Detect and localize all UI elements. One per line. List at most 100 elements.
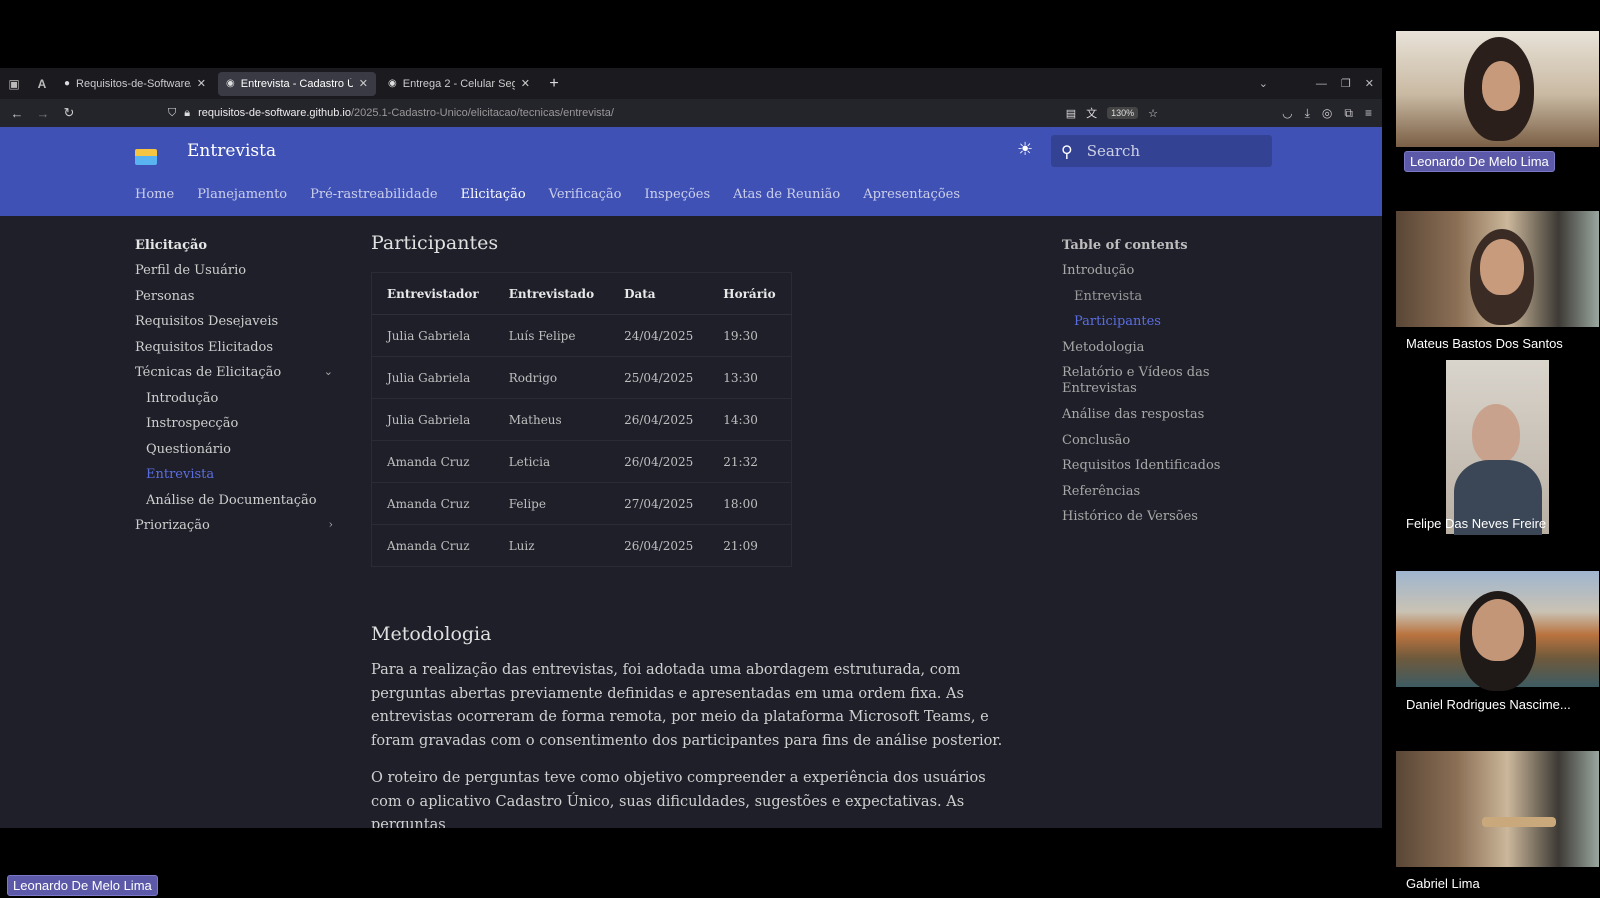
participant-name: Leonardo De Melo Lima [1404, 151, 1555, 172]
toc-item-analise[interactable]: Análise das respostas [1062, 407, 1252, 433]
nav-apresentacoes[interactable]: Apresentações [863, 187, 960, 202]
sidebar-item-introducao[interactable]: Introdução [135, 391, 335, 417]
chevron-right-icon[interactable]: › [329, 518, 333, 531]
participant-name: Gabriel Lima [1406, 876, 1480, 891]
tab-list-icon[interactable]: ▣ [0, 68, 28, 99]
tab-entrega[interactable]: ◉ Entrega 2 - Celular Segur ✕ [380, 72, 538, 96]
table-cell: Julia Gabriela [371, 356, 494, 399]
paragraph: Para a realização das entrevistas, foi a… [371, 662, 1003, 749]
close-tab-icon[interactable]: ✕ [359, 77, 368, 90]
sidebar-item-priorizacao[interactable]: Priorização › [135, 518, 335, 544]
nav-atas-de-reuniao[interactable]: Atas de Reunião [733, 187, 840, 202]
close-window-icon[interactable]: ✕ [1365, 77, 1374, 90]
participant-tile[interactable]: Leonardo De Melo Lima [1396, 31, 1599, 177]
nav-home[interactable]: Home [135, 187, 174, 202]
download-icon[interactable]: ⤓ [1305, 106, 1310, 121]
menu-icon[interactable]: ≡ [1365, 106, 1372, 120]
toolbar-right: ◡ ⤓ ◎ ⧉ ≡ [1282, 99, 1372, 127]
participant-tile[interactable]: Felipe Das Neves Freire [1396, 360, 1599, 535]
table-cell: Julia Gabriela [371, 398, 494, 441]
reload-icon[interactable]: ↻ [56, 105, 82, 121]
toc-item-metodologia[interactable]: Metodologia [1062, 340, 1252, 366]
sidebar-item-requisitos-desejaveis[interactable]: Requisitos Desejaveis [135, 314, 335, 340]
toc-item-conclusao[interactable]: Conclusão [1062, 433, 1252, 459]
sidebar-item-personas[interactable]: Personas [135, 289, 335, 315]
section-title-participantes: Participantes [371, 232, 499, 254]
tab-requisitos[interactable]: ● Requisitos-de-Software/2 ✕ [56, 72, 214, 96]
arrow-left-icon[interactable]: ← [4, 106, 30, 121]
browser-window: ▣ A ● Requisitos-de-Software/2 ✕ ◉ Entre… [0, 68, 1382, 828]
table-row: Julia Gabriela Matheus 26/04/2025 14:30 [371, 398, 792, 441]
participant-tile[interactable]: Gabriel Lima [1396, 751, 1599, 897]
sidebar-item-entrevista[interactable]: Entrevista [135, 467, 335, 493]
close-tab-icon[interactable]: ✕ [197, 77, 206, 90]
sidebar-item-instrospeccao[interactable]: Instrospecção [135, 416, 335, 442]
participant-video [1396, 31, 1599, 147]
pocket-icon[interactable]: ◡ [1282, 106, 1292, 120]
search-icon: ⚲ [1061, 141, 1073, 161]
nav-pre-rastreabilidade[interactable]: Pré-rastreabilidade [310, 187, 437, 202]
url-host: requisitos-de-software.github.io [198, 107, 351, 119]
restore-icon[interactable]: ❐ [1341, 77, 1351, 90]
nav-verificacao[interactable]: Verificação [549, 187, 622, 202]
pinned-tab-icon[interactable]: A [28, 68, 56, 99]
shield-icon[interactable]: ⛉ [168, 107, 176, 120]
table-cell: Julia Gabriela [371, 314, 494, 357]
participant-name: Daniel Rodrigues Nascime... [1406, 697, 1571, 712]
chevron-down-icon[interactable]: ⌄ [324, 365, 333, 378]
minimize-icon[interactable]: — [1316, 78, 1327, 90]
account-icon[interactable]: ◎ [1322, 106, 1332, 120]
sun-icon[interactable]: ☀ [1017, 139, 1033, 160]
nav-planejamento[interactable]: Planejamento [197, 187, 287, 202]
arrow-right-icon[interactable]: → [30, 106, 56, 121]
toc-item-participantes[interactable]: Participantes [1062, 314, 1252, 340]
toc-item-historico[interactable]: Histórico de Versões [1062, 509, 1252, 535]
bookmark-star-icon[interactable]: ☆ [1148, 107, 1158, 120]
toc-item-requisitos-identificados[interactable]: Requisitos Identificados [1062, 458, 1252, 484]
toc-item-referencias[interactable]: Referências [1062, 484, 1252, 510]
participant-name: Mateus Bastos Dos Santos [1406, 336, 1563, 351]
toc-item-relatorio[interactable]: Relatório e Vídeos das Entrevistas [1062, 365, 1252, 407]
url-bar[interactable]: ⛉ 🔒︎ requisitos-de-software.github.io/20… [168, 102, 1158, 124]
sidebar-item-perfil-de-usuario[interactable]: Perfil de Usuário [135, 263, 335, 289]
tab-entrevista[interactable]: ◉ Entrevista - Cadastro Úni ✕ [218, 71, 376, 96]
lock-icon[interactable]: 🔒︎ [184, 107, 190, 120]
new-tab-button[interactable]: + [542, 75, 566, 93]
participant-face [1480, 239, 1524, 295]
toc-item-introducao[interactable]: Introdução [1062, 263, 1252, 289]
sidebar-item-label: Requisitos Elicitados [135, 339, 274, 355]
sidebar-item-tecnicas-de-elicitacao[interactable]: Técnicas de Elicitação ⌄ [135, 365, 335, 391]
nav-inspecoes[interactable]: Inspeções [645, 187, 711, 202]
site-nav: Home Planejamento Pré-rastreabilidade El… [135, 187, 983, 202]
nav-elicitacao[interactable]: Elicitação [461, 187, 526, 202]
site-logo[interactable] [135, 149, 157, 165]
participant-tile[interactable]: Mateus Bastos Dos Santos [1396, 211, 1599, 357]
room-table [1482, 817, 1556, 827]
toc-item-entrevista[interactable]: Entrevista [1062, 289, 1252, 315]
tab-overflow-icon[interactable]: ⌄ [1259, 77, 1268, 90]
table-cell: Leticia [493, 440, 610, 483]
search-input[interactable]: ⚲ Search [1051, 135, 1272, 167]
url-path: /2025.1-Cadastro-Unico/elicitacao/tecnic… [350, 107, 614, 119]
participant-face [1482, 61, 1520, 111]
table-of-contents: Table of contents Introdução Entrevista … [1062, 238, 1252, 535]
participant-tile[interactable]: Daniel Rodrigues Nascime... [1396, 571, 1599, 717]
paragraph: O roteiro de perguntas teve como objetiv… [371, 770, 986, 828]
table-cell: 14:30 [708, 398, 792, 441]
column-header: Entrevistado [493, 272, 610, 315]
participant-video [1396, 571, 1599, 691]
zoom-level[interactable]: 130% [1107, 107, 1139, 119]
extensions-icon[interactable]: ⧉ [1344, 106, 1353, 121]
sidebar-item-requisitos-elicitados[interactable]: Requisitos Elicitados [135, 340, 335, 366]
column-header: Horário [708, 272, 792, 315]
site-favicon-icon: ◉ [226, 78, 235, 89]
table-cell: 21:32 [708, 440, 792, 483]
sidebar-item-questionario[interactable]: Questionário [135, 442, 335, 468]
reader-view-icon[interactable]: ▤ [1066, 107, 1076, 120]
github-icon: ● [64, 78, 71, 89]
tab-bar: ▣ A ● Requisitos-de-Software/2 ✕ ◉ Entre… [0, 68, 1382, 99]
sidebar-item-analise-de-documentacao[interactable]: Análise de Documentação [135, 493, 335, 519]
close-tab-icon[interactable]: ✕ [521, 77, 530, 90]
participant-face [1472, 404, 1520, 464]
translate-icon[interactable]: 文 [1086, 105, 1097, 121]
